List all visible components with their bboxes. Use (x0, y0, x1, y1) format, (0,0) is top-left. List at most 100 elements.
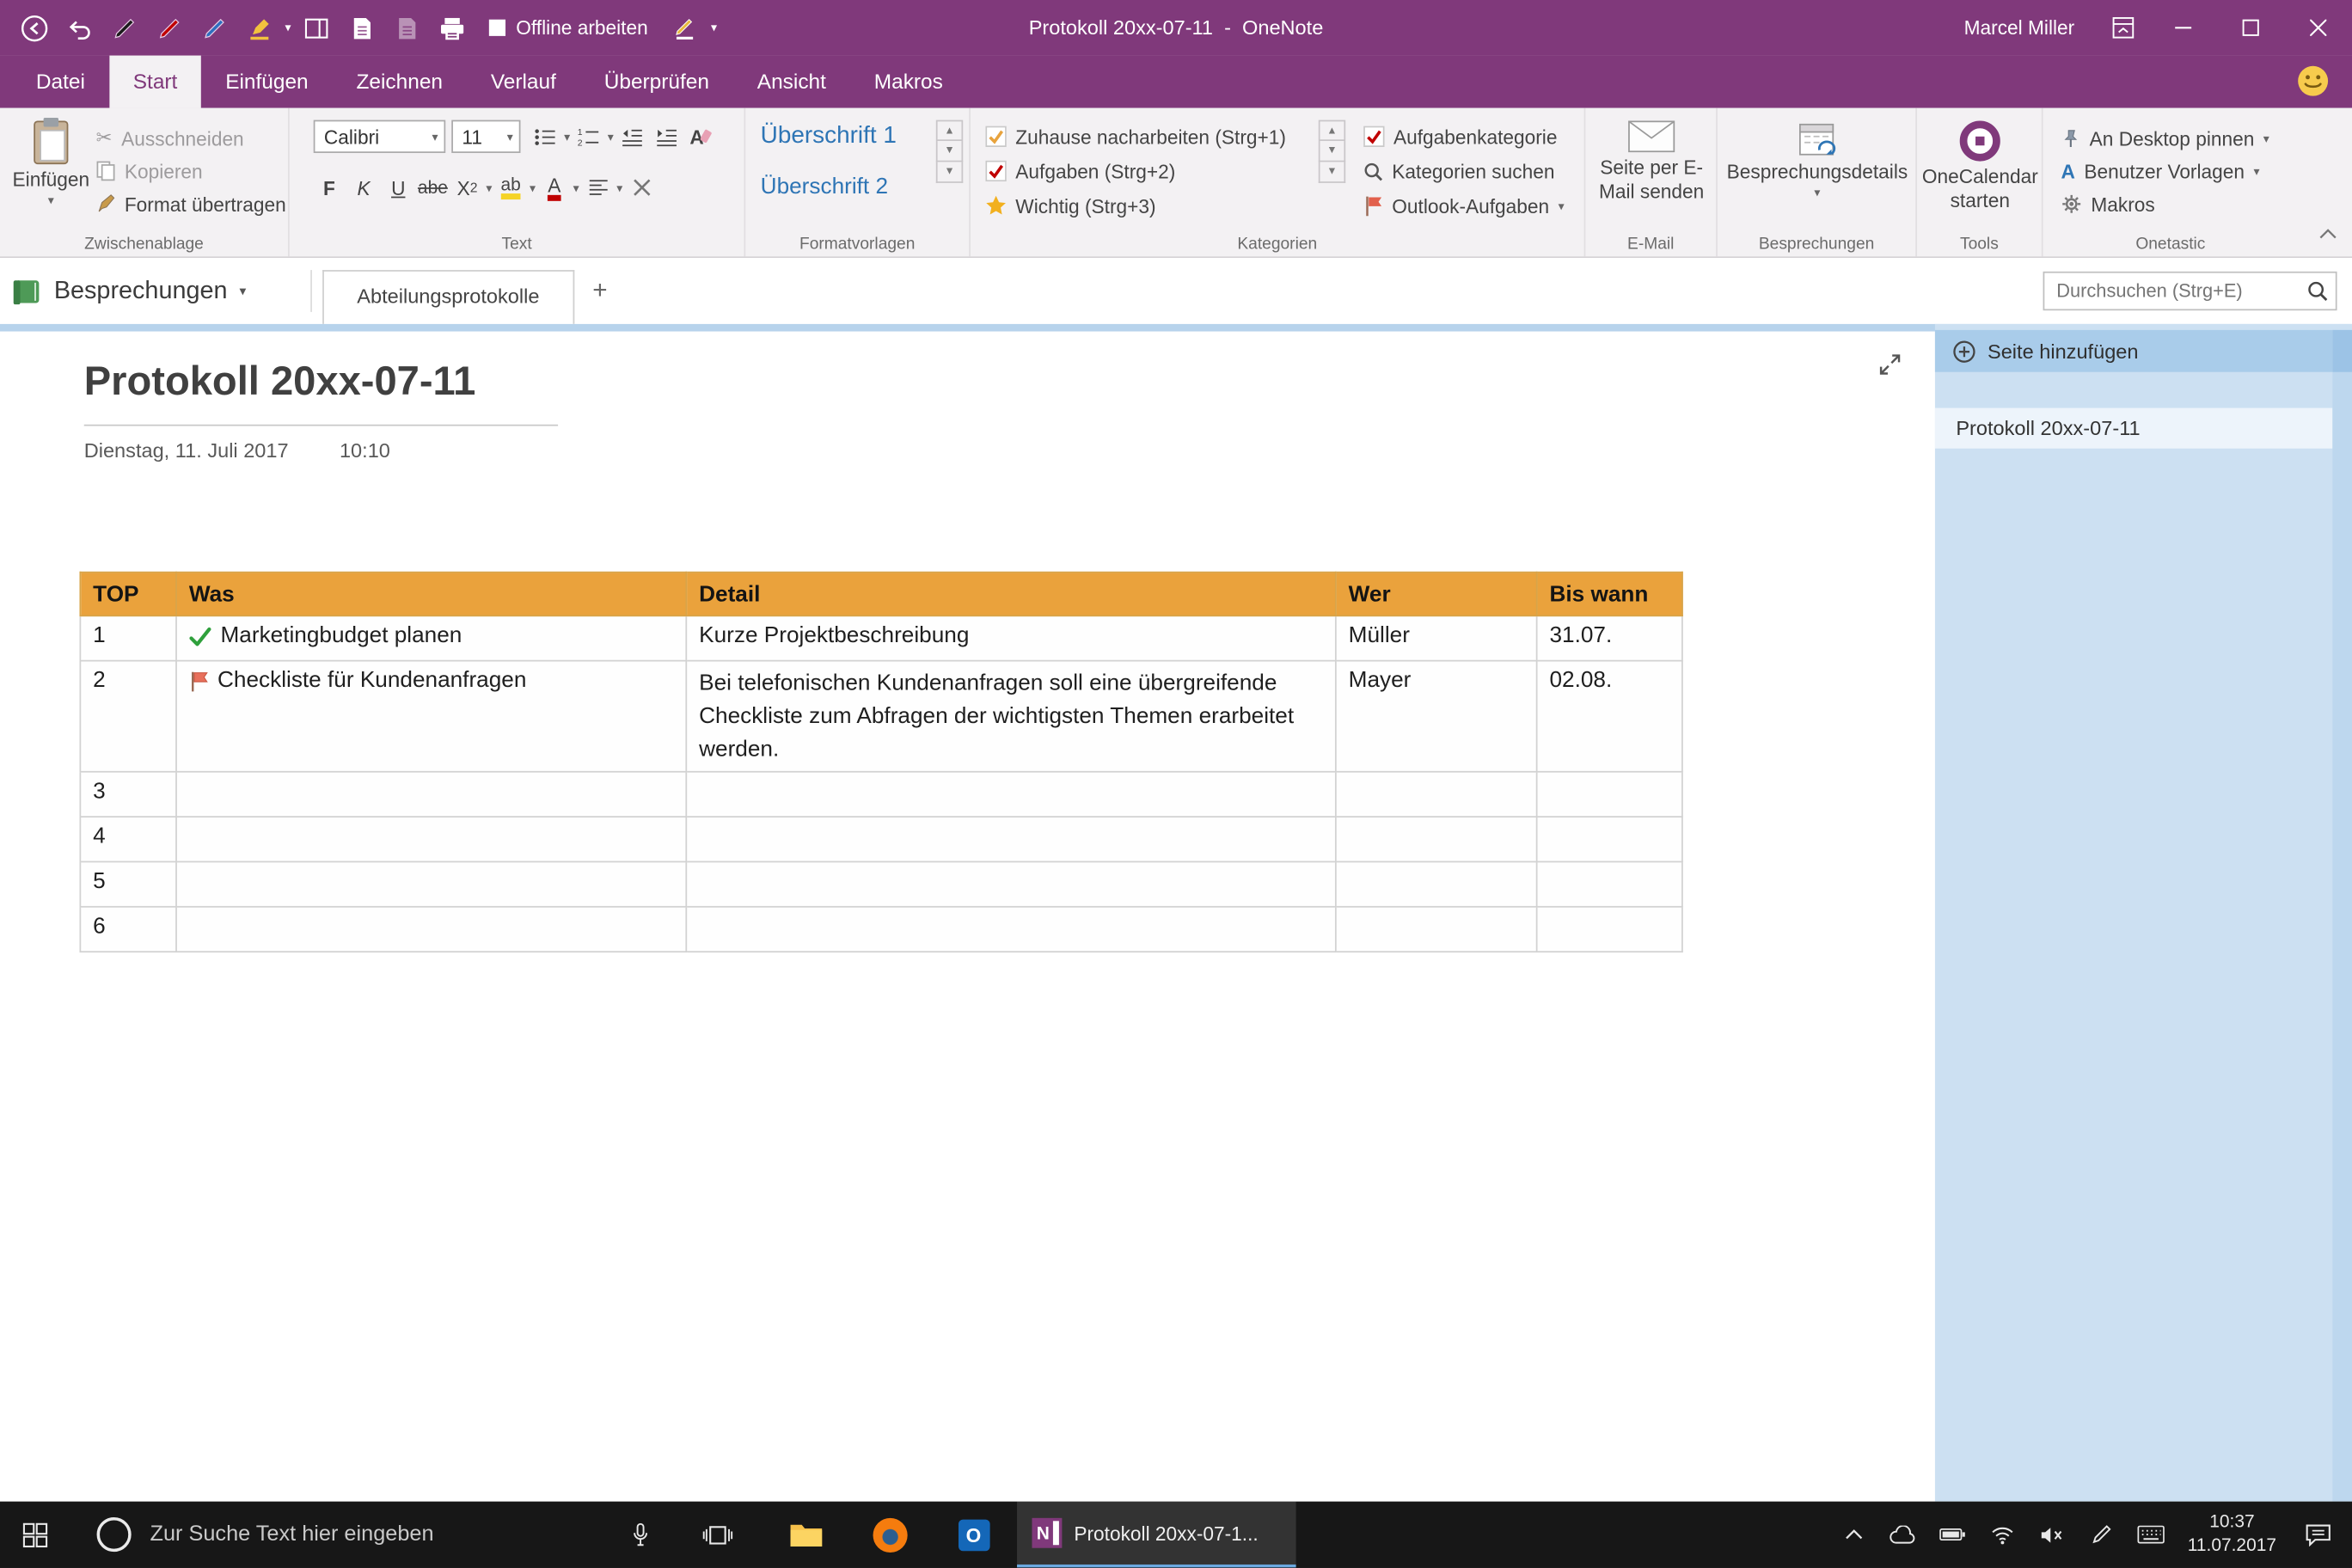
cell-top-2[interactable]: 2 (80, 661, 176, 773)
col-header-biswann[interactable]: Bis wann (1537, 573, 1682, 616)
page-time[interactable]: 10:10 (340, 439, 390, 462)
italic-button[interactable]: K (348, 171, 380, 204)
paste-button[interactable]: Einfügen ▾ (12, 117, 90, 207)
numbering-caret-icon[interactable]: ▾ (608, 130, 614, 144)
pen-red-icon[interactable] (150, 9, 188, 47)
cell-was-4[interactable] (176, 818, 686, 862)
pen-blue-icon[interactable] (195, 9, 234, 47)
cortana-button[interactable] (84, 1502, 144, 1568)
feedback-smiley-icon[interactable] (2295, 63, 2331, 107)
tab-zeichnen[interactable]: Zeichnen (333, 56, 467, 108)
section-tab-abteilungsprotokolle[interactable]: Abteilungsprotokolle (322, 270, 573, 324)
categories-scroll-up-icon[interactable]: ▲ (1319, 120, 1345, 141)
fullpage-view-icon[interactable] (1878, 352, 1902, 384)
cell-detail-1[interactable]: Kurze Projektbeschreibung (686, 616, 1336, 660)
meeting-details-button[interactable]: Besprechungsdetails ▾ (1724, 120, 1911, 199)
cell-detail-5[interactable] (686, 862, 1336, 907)
styles-scroll-down-icon[interactable]: ▼ (936, 141, 963, 162)
tag-important[interactable]: Wichtig (Strg+3) (985, 191, 1155, 221)
col-header-wer[interactable]: Wer (1336, 573, 1537, 616)
font-name-combo[interactable]: Calibri ▾ (314, 120, 446, 153)
outlook-icon[interactable]: O (945, 1502, 1001, 1568)
action-center-icon[interactable] (2289, 1502, 2346, 1568)
cell-top-5[interactable]: 5 (80, 862, 176, 907)
col-header-detail[interactable]: Detail (686, 573, 1336, 616)
cell-biswann-2[interactable]: 02.08. (1537, 661, 1682, 773)
cell-top-6[interactable]: 6 (80, 907, 176, 952)
subscript-caret-icon[interactable]: ▾ (486, 181, 492, 194)
page-canvas[interactable]: Protokoll 20xx-07-11 Dienstag, 11. Juli … (0, 332, 1935, 1502)
font-color-button[interactable]: A (538, 171, 570, 204)
cell-was-5[interactable] (176, 862, 686, 907)
task-view-button[interactable] (690, 1502, 744, 1568)
new-page-icon[interactable] (342, 9, 381, 47)
cell-was-6[interactable] (176, 907, 686, 952)
touch-keyboard-icon[interactable] (2126, 1502, 2176, 1568)
user-templates-button[interactable]: A Benutzer Vorlagen ▾ (2061, 156, 2259, 186)
styles-more-icon[interactable]: ▼ (936, 162, 963, 182)
pen-tray-icon[interactable] (2076, 1502, 2126, 1568)
styles-scroll-up-icon[interactable]: ▲ (936, 120, 963, 141)
tag-home-followup[interactable]: Zuhause nacharbeiten (Strg+1) (985, 121, 1286, 151)
cell-detail-3[interactable] (686, 772, 1336, 817)
ribbon-display-options-button[interactable] (2096, 0, 2150, 56)
task-category-button[interactable]: Aufgabenkategorie (1363, 121, 1557, 151)
cut-button[interactable]: ✂ Ausschneiden (96, 123, 244, 153)
search-input[interactable] (2044, 280, 2298, 301)
cell-top-3[interactable]: 3 (80, 772, 176, 817)
qat-customize-caret-icon[interactable]: ▾ (711, 21, 717, 34)
delete-button[interactable] (626, 171, 658, 204)
bullets-button[interactable] (530, 120, 561, 153)
offline-status[interactable]: Offline arbeiten (489, 16, 648, 39)
format-painter-button[interactable]: Format übertragen (96, 189, 286, 219)
cell-wer-3[interactable] (1336, 772, 1537, 817)
align-caret-icon[interactable]: ▾ (616, 181, 622, 194)
strikethrough-button[interactable]: abe (417, 171, 449, 204)
notebook-dropdown[interactable]: Besprechungen ▾ (12, 270, 246, 312)
battery-icon[interactable] (1927, 1502, 1977, 1568)
highlight-button[interactable]: ab (495, 171, 527, 204)
tag-tasks[interactable]: Aufgaben (Strg+2) (985, 156, 1175, 186)
page-date[interactable]: Dienstag, 11. Juli 2017 (84, 439, 289, 462)
categories-more-icon[interactable]: ▼ (1319, 162, 1345, 182)
pen-black-icon[interactable] (105, 9, 144, 47)
bold-button[interactable]: F (314, 171, 346, 204)
favorite-pen-icon[interactable] (666, 9, 705, 47)
minimize-button[interactable] (2149, 0, 2217, 56)
cell-top-1[interactable]: 1 (80, 616, 176, 660)
col-header-top[interactable]: TOP (80, 573, 176, 616)
indent-button[interactable] (651, 120, 683, 153)
docking-panels-icon[interactable] (297, 9, 336, 47)
cell-was-2[interactable]: Checkliste für Kundenanfragen (176, 661, 686, 773)
categories-scroll-down-icon[interactable]: ▼ (1319, 141, 1345, 162)
taskbar-app-onenote[interactable]: N Protokoll 20xx-07-1... (1017, 1502, 1296, 1568)
tab-ansicht[interactable]: Ansicht (733, 56, 850, 108)
align-button[interactable] (582, 171, 614, 204)
style-heading1[interactable]: Überschrift 1 (761, 123, 897, 150)
bullets-caret-icon[interactable]: ▾ (564, 130, 570, 144)
cell-biswann-4[interactable] (1537, 818, 1682, 862)
start-button[interactable] (0, 1502, 69, 1568)
highlighter-icon[interactable] (240, 9, 279, 47)
taskbar-search-placeholder[interactable]: Zur Suche Text hier eingeben (150, 1502, 433, 1568)
tab-verlauf[interactable]: Verlauf (467, 56, 580, 108)
file-explorer-icon[interactable] (777, 1502, 834, 1568)
back-button[interactable] (15, 9, 53, 47)
tab-einfuegen[interactable]: Einfügen (201, 56, 332, 108)
undo-button[interactable] (60, 9, 99, 47)
cell-wer-6[interactable] (1336, 907, 1537, 952)
page-list-item-selected[interactable]: Protokoll 20xx-07-11 (1935, 408, 2332, 449)
cell-biswann-5[interactable] (1537, 862, 1682, 907)
onecalendar-button[interactable]: OneCalendar starten (1923, 120, 2037, 214)
clear-formatting-button[interactable]: A (685, 120, 717, 153)
cell-biswann-6[interactable] (1537, 907, 1682, 952)
dictation-mic-icon[interactable] (615, 1502, 665, 1568)
copy-button[interactable]: Kopieren (96, 156, 203, 186)
cell-was-1[interactable]: Marketingbudget planen (176, 616, 686, 660)
outdent-button[interactable] (616, 120, 648, 153)
cell-biswann-1[interactable]: 31.07. (1537, 616, 1682, 660)
cell-wer-5[interactable] (1336, 862, 1537, 907)
email-page-button[interactable]: Seite per E-Mail senden (1593, 120, 1710, 205)
close-button[interactable] (2284, 0, 2352, 56)
tab-ueberpruefen[interactable]: Überprüfen (580, 56, 733, 108)
